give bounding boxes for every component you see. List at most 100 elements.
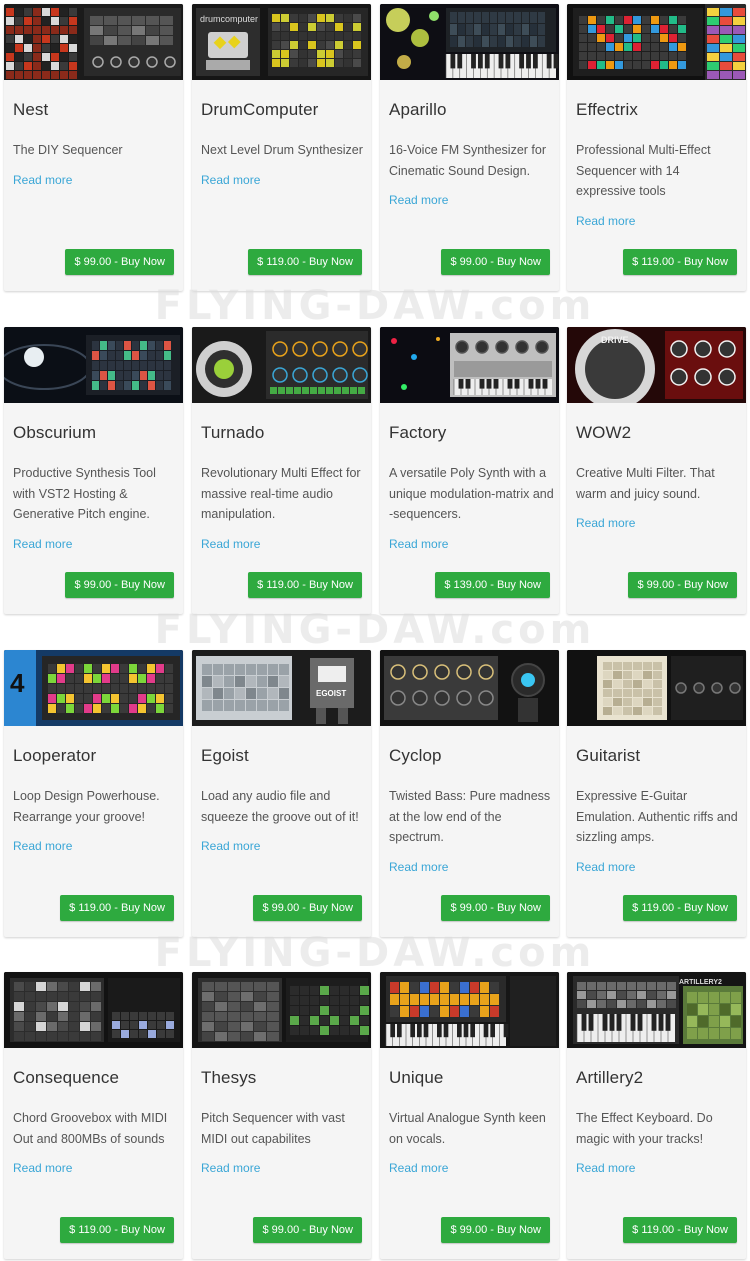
product-title[interactable]: Guitarist bbox=[576, 746, 640, 766]
product-title[interactable]: Obscurium bbox=[13, 423, 96, 443]
product-description-text: Load any audio file and squeeze the groo… bbox=[201, 789, 359, 824]
read-more-link[interactable]: Read more bbox=[13, 836, 179, 857]
read-more-link[interactable]: Read more bbox=[389, 1158, 555, 1179]
product-thumbnail[interactable] bbox=[380, 650, 559, 726]
product-description: The DIY Sequencer Read more bbox=[13, 140, 179, 190]
product-title[interactable]: Effectrix bbox=[576, 100, 638, 120]
read-more-link[interactable]: Read more bbox=[201, 836, 367, 857]
price-separator: - bbox=[111, 1224, 121, 1236]
price-label: $ 99.00 bbox=[637, 579, 675, 591]
product-title[interactable]: Aparillo bbox=[389, 100, 447, 120]
buy-now-button[interactable]: $ 119.00 - Buy Now bbox=[248, 249, 362, 275]
read-more-link[interactable]: Read more bbox=[201, 170, 367, 191]
product-thumbnail[interactable]: EGOIST bbox=[192, 650, 371, 726]
read-more-link[interactable]: Read more bbox=[13, 1158, 179, 1179]
product-thumbnail[interactable] bbox=[380, 4, 559, 80]
read-more-link[interactable]: Read more bbox=[201, 1158, 367, 1179]
product-thumbnail[interactable]: ARTILLERY2 bbox=[567, 972, 746, 1048]
buy-now-label: Buy Now bbox=[120, 902, 165, 914]
product-description: Loop Design Powerhouse. Rearrange your g… bbox=[13, 786, 179, 857]
bass-synth-robot-screenshot bbox=[380, 650, 559, 726]
product-thumbnail[interactable] bbox=[380, 972, 559, 1048]
product-title[interactable]: Egoist bbox=[201, 746, 249, 766]
product-title[interactable]: Unique bbox=[389, 1068, 443, 1088]
product-description: Pitch Sequencer with vast MIDI out capab… bbox=[201, 1108, 367, 1179]
product-card: EGOIST Egoist Load any audio file and squ… bbox=[192, 650, 371, 937]
product-title[interactable]: Thesys bbox=[201, 1068, 256, 1088]
product-card: Cyclop Twisted Bass: Pure madness at the … bbox=[380, 650, 559, 937]
svg-text:4: 4 bbox=[10, 668, 25, 698]
price-label: $ 119.00 bbox=[632, 902, 675, 914]
product-card: ARTILLERY2 Artillery2 The Effect Keyboard… bbox=[567, 972, 746, 1259]
product-thumbnail[interactable] bbox=[4, 327, 183, 403]
product-title[interactable]: Factory bbox=[389, 423, 446, 443]
product-thumbnail[interactable] bbox=[567, 4, 746, 80]
product-title[interactable]: Cyclop bbox=[389, 746, 442, 766]
price-label: $ 119.00 bbox=[257, 579, 300, 591]
buy-now-button[interactable]: $ 99.00 - Buy Now bbox=[253, 1217, 362, 1243]
price-label: $ 139.00 bbox=[444, 579, 488, 591]
price-label: $ 99.00 bbox=[74, 256, 112, 268]
buy-now-button[interactable]: $ 119.00 - Buy Now bbox=[248, 572, 362, 598]
product-title[interactable]: Artillery2 bbox=[576, 1068, 643, 1088]
price-label: $ 119.00 bbox=[632, 256, 675, 268]
drum-computer-screenshot: drumcomputer bbox=[192, 4, 371, 80]
product-description: 16-Voice FM Synthesizer for Cinematic So… bbox=[389, 140, 555, 211]
product-title[interactable]: Looperator bbox=[13, 746, 96, 766]
product-description-text: Chord Groovebox with MIDI Out and 800MBs… bbox=[13, 1111, 168, 1146]
buy-now-button[interactable]: $ 99.00 - Buy Now bbox=[441, 895, 550, 921]
buy-now-button[interactable]: $ 99.00 - Buy Now bbox=[628, 572, 737, 598]
buy-now-button[interactable]: $ 99.00 - Buy Now bbox=[65, 249, 174, 275]
product-title[interactable]: Consequence bbox=[13, 1068, 119, 1088]
product-description-text: Revolutionary Multi Effect for massive r… bbox=[201, 466, 361, 521]
product-card: 4 Looperator Loop Design Powerhouse. Rear… bbox=[4, 650, 183, 937]
read-more-link[interactable]: Read more bbox=[576, 1158, 742, 1179]
read-more-link[interactable]: Read more bbox=[576, 857, 742, 878]
product-title[interactable]: WOW2 bbox=[576, 423, 631, 443]
product-thumbnail[interactable]: 4 bbox=[4, 650, 183, 726]
product-description: Professional Multi-Effect Sequencer with… bbox=[576, 140, 742, 231]
read-more-link[interactable]: Read more bbox=[576, 513, 742, 534]
read-more-link[interactable]: Read more bbox=[13, 170, 179, 191]
product-thumbnail[interactable] bbox=[380, 327, 559, 403]
product-card: Obscurium Productive Synthesis Tool with … bbox=[4, 327, 183, 614]
product-description-text: 16-Voice FM Synthesizer for Cinematic So… bbox=[389, 143, 547, 178]
buy-now-button[interactable]: $ 119.00 - Buy Now bbox=[623, 895, 737, 921]
svg-text:ARTILLERY2: ARTILLERY2 bbox=[679, 979, 722, 986]
product-thumbnail[interactable] bbox=[567, 650, 746, 726]
product-title[interactable]: DrumComputer bbox=[201, 100, 318, 120]
product-title[interactable]: Nest bbox=[13, 100, 48, 120]
buy-now-label: Buy Now bbox=[308, 902, 353, 914]
product-grid: Nest The DIY Sequencer Read more $ 99.00 - … bbox=[0, 0, 750, 1261]
buy-now-button[interactable]: $ 119.00 - Buy Now bbox=[60, 1217, 174, 1243]
buy-now-button[interactable]: $ 99.00 - Buy Now bbox=[253, 895, 362, 921]
product-thumbnail[interactable] bbox=[192, 972, 371, 1048]
price-label: $ 119.00 bbox=[257, 256, 300, 268]
product-thumbnail[interactable] bbox=[4, 972, 183, 1048]
buy-now-button[interactable]: $ 119.00 - Buy Now bbox=[60, 895, 174, 921]
read-more-link[interactable]: Read more bbox=[389, 534, 555, 555]
price-separator: - bbox=[487, 1224, 497, 1236]
product-description: A versatile Poly Synth with a unique mod… bbox=[389, 463, 555, 554]
product-title[interactable]: Turnado bbox=[201, 423, 264, 443]
orb-synth-screenshot bbox=[4, 327, 183, 403]
read-more-link[interactable]: Read more bbox=[389, 190, 555, 211]
read-more-link[interactable]: Read more bbox=[389, 857, 555, 878]
buy-now-button[interactable]: $ 139.00 - Buy Now bbox=[435, 572, 550, 598]
effect-sequencer-screenshot bbox=[567, 4, 746, 80]
product-thumbnail[interactable] bbox=[4, 4, 183, 80]
read-more-link[interactable]: Read more bbox=[201, 534, 367, 555]
product-thumbnail[interactable]: DRIVE bbox=[567, 327, 746, 403]
product-thumbnail[interactable] bbox=[192, 327, 371, 403]
buy-now-button[interactable]: $ 99.00 - Buy Now bbox=[441, 249, 550, 275]
buy-now-button[interactable]: $ 99.00 - Buy Now bbox=[65, 572, 174, 598]
buy-now-button[interactable]: $ 99.00 - Buy Now bbox=[441, 1217, 550, 1243]
read-more-link[interactable]: Read more bbox=[576, 211, 742, 232]
product-thumbnail[interactable]: drumcomputer bbox=[192, 4, 371, 80]
buy-now-button[interactable]: $ 119.00 - Buy Now bbox=[623, 249, 737, 275]
read-more-link[interactable]: Read more bbox=[13, 534, 179, 555]
product-card: Turnado Revolutionary Multi Effect for ma… bbox=[192, 327, 371, 614]
buy-now-button[interactable]: $ 119.00 - Buy Now bbox=[623, 1217, 737, 1243]
product-description-text: Virtual Analogue Synth keen on vocals. bbox=[389, 1111, 546, 1146]
price-label: $ 99.00 bbox=[262, 902, 300, 914]
